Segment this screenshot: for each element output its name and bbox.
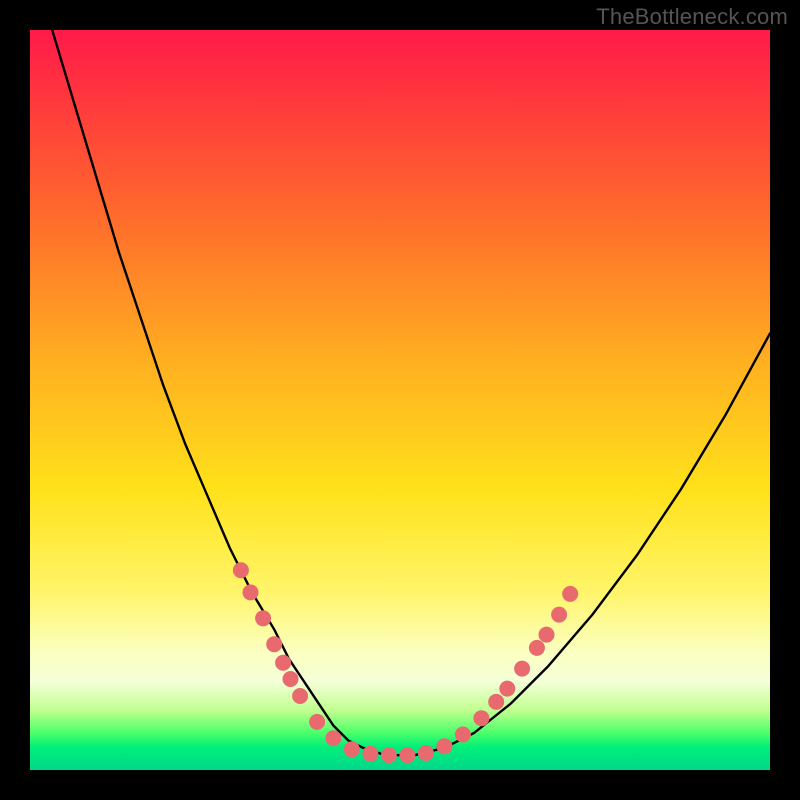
marker-dot [266, 636, 282, 652]
marker-dot [344, 741, 360, 757]
marker-dot [499, 681, 515, 697]
watermark-text: TheBottleneck.com [596, 4, 788, 30]
marker-dot [325, 730, 341, 746]
marker-dot [418, 745, 434, 761]
marker-dot [514, 661, 530, 677]
marker-dot [362, 746, 378, 762]
marker-dot [562, 586, 578, 602]
highlight-markers [233, 562, 578, 763]
marker-dot [233, 562, 249, 578]
marker-dot [399, 747, 415, 763]
bottleneck-curve [52, 30, 770, 755]
marker-dot [275, 655, 291, 671]
marker-dot [436, 738, 452, 754]
marker-dot [488, 694, 504, 710]
chart-stage: TheBottleneck.com [0, 0, 800, 800]
marker-dot [539, 627, 555, 643]
marker-dot [283, 671, 299, 687]
marker-dot [255, 610, 271, 626]
marker-dot [473, 710, 489, 726]
marker-dot [243, 584, 259, 600]
marker-dot [381, 747, 397, 763]
plot-area [30, 30, 770, 770]
marker-dot [529, 640, 545, 656]
chart-svg [30, 30, 770, 770]
marker-dot [551, 607, 567, 623]
marker-dot [455, 727, 471, 743]
marker-dot [309, 714, 325, 730]
marker-dot [292, 688, 308, 704]
